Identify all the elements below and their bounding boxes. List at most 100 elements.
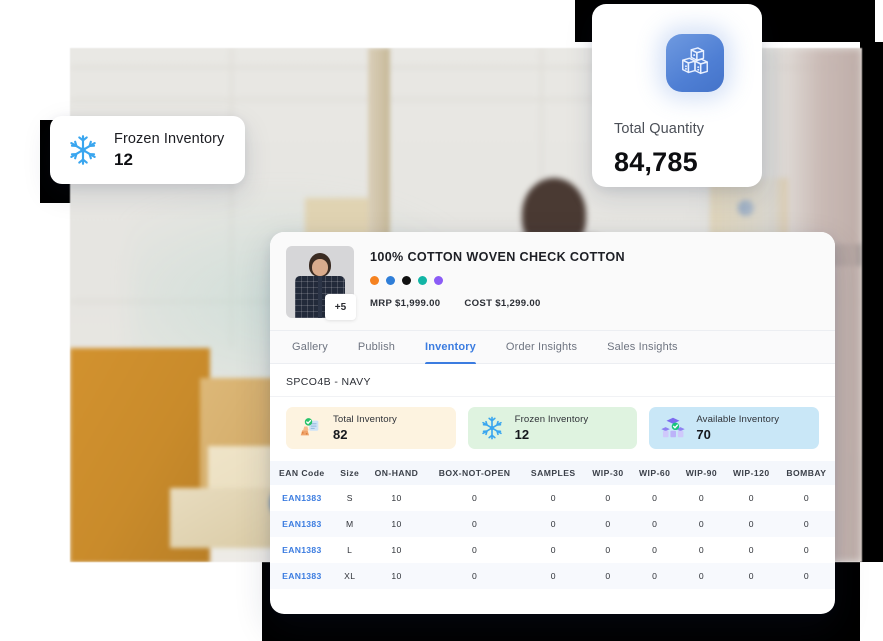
cell-wip-120: 0 — [748, 493, 754, 503]
floating-kpi-value: 12 — [114, 149, 133, 169]
inventory-table-wrap: EAN Code Size ON-HAND BOX-NOT-OPEN SAMPL… — [270, 461, 835, 589]
kpi-total-inventory-label: Total Inventory — [333, 414, 397, 425]
snowflake-icon — [479, 415, 505, 441]
tab-order-insights[interactable]: Order Insights — [506, 330, 577, 364]
cell-wip-120: 0 — [748, 571, 754, 581]
th-size[interactable]: Size — [333, 461, 366, 485]
cell-box-not-open: 0 — [472, 571, 478, 581]
stacked-boxes-check-icon — [297, 415, 323, 441]
product-thumbnail-wrap[interactable]: +5 — [286, 246, 356, 320]
cell-samples: 0 — [550, 519, 556, 529]
cell-box-not-open: 0 — [472, 493, 478, 503]
cell-ean-code[interactable]: EAN1383 — [270, 511, 334, 537]
product-detail-panel: +5 100% COTTON WOVEN CHECK COTTON MRP $1… — [270, 232, 835, 614]
color-swatch-1[interactable] — [370, 276, 379, 285]
th-box-not-open[interactable]: BOX-NOT-OPEN — [427, 461, 522, 485]
inventory-table-body: EAN1383 S 10 0 0 0 0 0 0 0 EAN1383 M 10 … — [270, 485, 835, 589]
total-quantity-label: Total Quantity — [614, 121, 705, 137]
inventory-table-head: EAN Code Size ON-HAND BOX-NOT-OPEN SAMPL… — [270, 461, 835, 485]
cell-size: S — [346, 493, 353, 503]
th-bombay[interactable]: BOMBAY — [777, 461, 835, 485]
kpi-frozen-inventory-value: 12 — [514, 427, 530, 442]
cell-bombay: 0 — [803, 519, 809, 529]
cell-wip-120: 0 — [748, 545, 754, 555]
color-swatch-2[interactable] — [386, 276, 395, 285]
available-boxes-check-icon — [660, 415, 686, 441]
cell-bombay: 0 — [803, 571, 809, 581]
cell-size: M — [345, 519, 354, 529]
inventory-kpi-strip: Total Inventory 82 Frozen Inventory 12 A… — [270, 397, 835, 461]
color-swatch-5[interactable] — [434, 276, 443, 285]
cell-bombay: 0 — [803, 493, 809, 503]
cell-wip-30: 0 — [605, 493, 611, 503]
cell-ean-code[interactable]: EAN1383 — [270, 537, 334, 563]
th-wip-90[interactable]: WIP-90 — [678, 461, 725, 485]
boxes-icon — [666, 34, 724, 92]
cell-wip-60: 0 — [652, 545, 658, 555]
panel-tabs[interactable]: Gallery Publish Inventory Order Insights… — [270, 330, 835, 364]
cell-on-hand: 10 — [391, 571, 402, 581]
cell-samples: 0 — [550, 545, 556, 555]
tab-gallery[interactable]: Gallery — [292, 330, 328, 364]
tab-inventory[interactable]: Inventory — [425, 330, 476, 364]
cell-on-hand: 10 — [391, 493, 402, 503]
color-swatch-list[interactable] — [370, 276, 625, 285]
more-images-badge[interactable]: +5 — [325, 294, 356, 320]
kpi-frozen-inventory-label: Frozen Inventory — [514, 414, 589, 425]
th-ean-code[interactable]: EAN Code — [270, 461, 334, 485]
cell-bombay: 0 — [803, 545, 809, 555]
cell-wip-120: 0 — [748, 519, 754, 529]
cell-size: L — [347, 545, 353, 555]
product-title: 100% COTTON WOVEN CHECK COTTON — [370, 250, 625, 264]
sku-label: SPCO4B - NAVY — [270, 364, 835, 397]
th-on-hand[interactable]: ON-HAND — [365, 461, 428, 485]
cell-samples: 0 — [550, 493, 556, 503]
cell-size: XL — [344, 571, 356, 581]
floating-kpi-frozen-inventory[interactable]: Frozen Inventory 12 — [50, 116, 245, 184]
cell-wip-60: 0 — [652, 571, 658, 581]
cell-on-hand: 10 — [391, 545, 402, 555]
cell-ean-code[interactable]: EAN1383 — [270, 563, 334, 589]
table-row[interactable]: EAN1383 M 10 0 0 0 0 0 0 0 — [270, 511, 835, 537]
cell-wip-30: 0 — [605, 519, 611, 529]
kpi-frozen-inventory[interactable]: Frozen Inventory 12 — [467, 407, 638, 449]
total-quantity-card[interactable]: Total Quantity 84,785 — [592, 4, 762, 187]
cell-wip-60: 0 — [652, 519, 658, 529]
tab-sales-insights[interactable]: Sales Insights — [607, 330, 678, 364]
cell-wip-30: 0 — [605, 571, 611, 581]
cell-wip-30: 0 — [605, 545, 611, 555]
color-swatch-4[interactable] — [418, 276, 427, 285]
th-wip-30[interactable]: WIP-30 — [584, 461, 632, 485]
kpi-total-inventory-value: 82 — [333, 427, 348, 442]
shadow-band-right — [860, 42, 883, 562]
th-wip-60[interactable]: WIP-60 — [631, 461, 679, 485]
color-swatch-3[interactable] — [402, 276, 411, 285]
cell-wip-90: 0 — [698, 493, 704, 503]
kpi-available-inventory-label: Available Inventory — [696, 414, 780, 425]
cell-ean-code[interactable]: EAN1383 — [270, 485, 334, 511]
cell-wip-90: 0 — [698, 545, 704, 555]
table-row[interactable]: EAN1383 L 10 0 0 0 0 0 0 0 — [270, 537, 835, 563]
cell-wip-90: 0 — [698, 519, 704, 529]
floating-kpi-label: Frozen Inventory — [114, 130, 225, 147]
cell-box-not-open: 0 — [472, 545, 478, 555]
product-header: +5 100% COTTON WOVEN CHECK COTTON MRP $1… — [270, 232, 835, 330]
table-row[interactable]: EAN1383 XL 10 0 0 0 0 0 0 0 — [270, 563, 835, 589]
tab-publish[interactable]: Publish — [358, 330, 395, 364]
th-samples[interactable]: SAMPLES — [521, 461, 585, 485]
cell-wip-60: 0 — [652, 493, 658, 503]
kpi-total-inventory[interactable]: Total Inventory 82 — [286, 407, 456, 449]
cell-wip-90: 0 — [698, 571, 704, 581]
cell-on-hand: 10 — [391, 519, 402, 529]
cost-value: COST $1,299.00 — [464, 298, 541, 309]
kpi-available-inventory-value: 70 — [696, 427, 711, 442]
cell-box-not-open: 0 — [472, 519, 478, 529]
table-row[interactable]: EAN1383 S 10 0 0 0 0 0 0 0 — [270, 485, 835, 511]
snowflake-icon — [66, 133, 100, 167]
total-quantity-value: 84,785 — [614, 147, 698, 177]
th-wip-120[interactable]: WIP-120 — [724, 461, 778, 485]
mrp-value: MRP $1,999.00 — [370, 298, 441, 309]
price-row: MRP $1,999.00 COST $1,299.00 — [370, 298, 625, 309]
table-header-row: EAN Code Size ON-HAND BOX-NOT-OPEN SAMPL… — [270, 461, 835, 485]
kpi-available-inventory[interactable]: Available Inventory 70 — [649, 407, 820, 449]
